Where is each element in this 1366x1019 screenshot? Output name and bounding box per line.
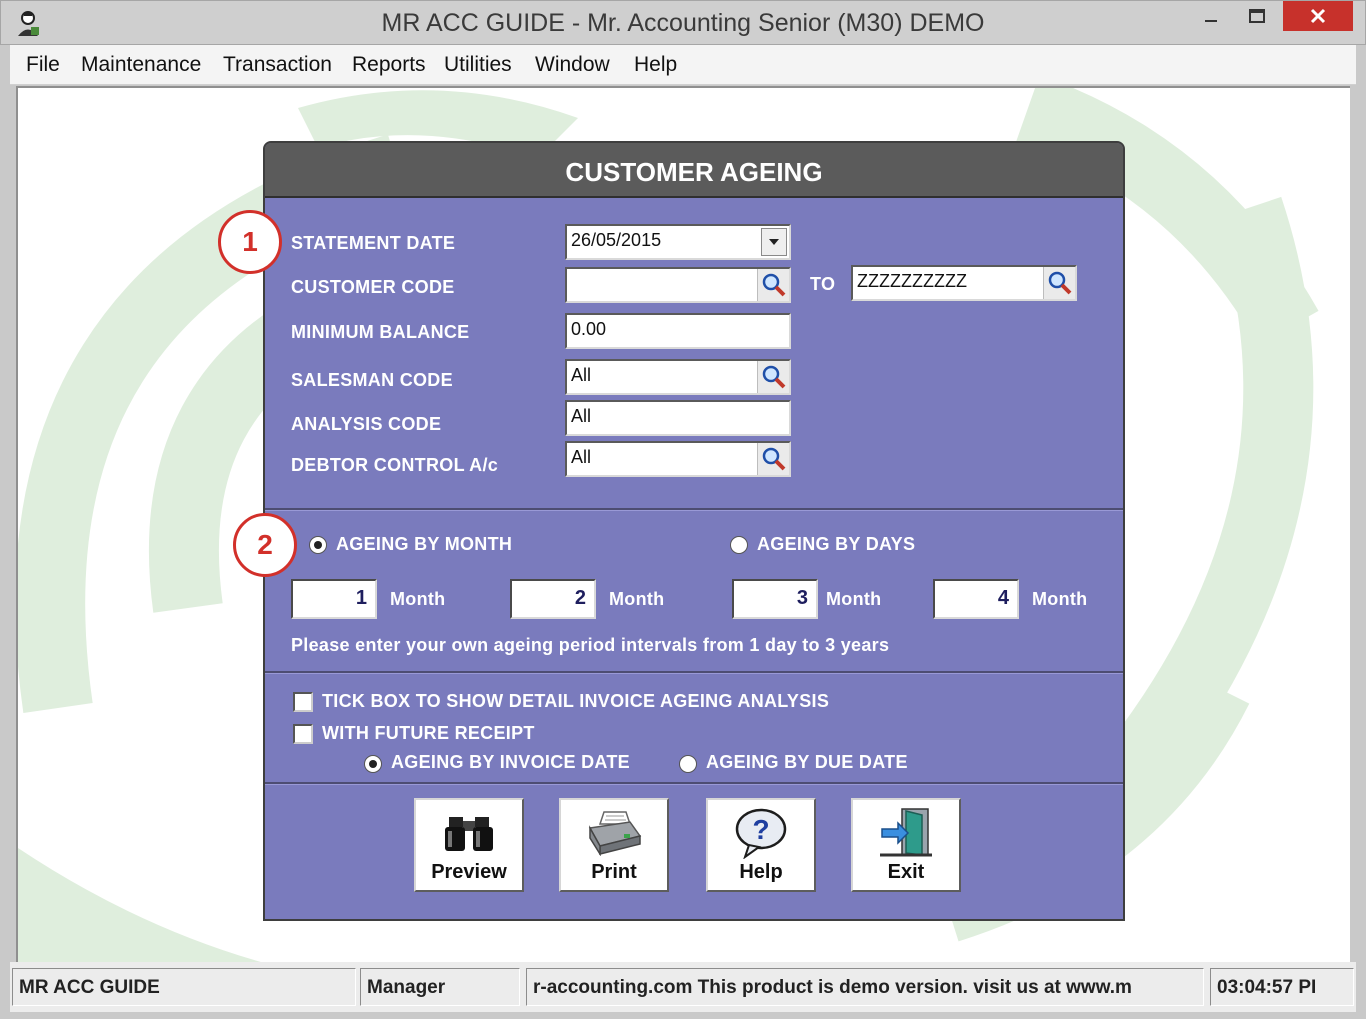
section-divider bbox=[265, 782, 1123, 785]
magnifier-icon bbox=[762, 273, 785, 297]
analysis-code-value: All bbox=[571, 406, 592, 426]
ageing-period-2-input[interactable]: 2 bbox=[510, 579, 596, 619]
detail-invoice-label: TICK BOX TO SHOW DETAIL INVOICE AGEING A… bbox=[322, 691, 830, 711]
window-title: MR ACC GUIDE - Mr. Accounting Senior (M3… bbox=[381, 9, 985, 37]
analysis-code-field[interactable]: All bbox=[565, 400, 791, 436]
salesman-code-field[interactable]: All bbox=[565, 359, 791, 395]
magnifier-icon bbox=[762, 365, 785, 389]
section-divider bbox=[265, 671, 1123, 674]
title-bar: MR ACC GUIDE - Mr. Accounting Senior (M3… bbox=[0, 0, 1366, 45]
preview-button[interactable]: Preview bbox=[414, 798, 524, 892]
close-icon bbox=[1310, 8, 1326, 24]
statement-date-field[interactable]: 26/05/2015 bbox=[565, 224, 791, 260]
detail-invoice-checkbox[interactable] bbox=[293, 692, 313, 712]
future-receipt-label: WITH FUTURE RECEIPT bbox=[322, 723, 535, 743]
menu-bar: File Maintenance Transaction Reports Uti… bbox=[10, 45, 1356, 85]
exit-button[interactable]: Exit bbox=[851, 798, 961, 892]
statement-date-value: 26/05/2015 bbox=[571, 230, 662, 250]
debtor-control-value: All bbox=[571, 447, 592, 467]
customer-code-from-field[interactable] bbox=[565, 267, 791, 303]
svg-text:?: ? bbox=[752, 814, 769, 845]
dialog-title: CUSTOMER AGEING bbox=[265, 143, 1123, 198]
customer-to-lookup-button[interactable] bbox=[1043, 267, 1075, 299]
future-receipt-checkbox[interactable] bbox=[293, 724, 313, 744]
statement-date-label: STATEMENT DATE bbox=[291, 233, 456, 253]
menu-transaction[interactable]: Transaction bbox=[223, 53, 332, 77]
ageing-by-due-date-radio[interactable] bbox=[679, 755, 697, 773]
salesman-code-label: SALESMAN CODE bbox=[291, 370, 453, 390]
period-3-unit-label: Month bbox=[826, 589, 882, 609]
print-button[interactable]: Print bbox=[559, 798, 669, 892]
section-divider bbox=[265, 508, 1123, 511]
ageing-period-3-input[interactable]: 3 bbox=[732, 579, 818, 619]
ageing-period-1-input[interactable]: 1 bbox=[291, 579, 377, 619]
salesman-lookup-button[interactable] bbox=[757, 361, 789, 393]
period-1-unit-label: Month bbox=[390, 589, 446, 609]
maximize-icon bbox=[1249, 9, 1265, 23]
menu-window[interactable]: Window bbox=[535, 53, 610, 77]
customer-code-to-value: ZZZZZZZZZZ bbox=[857, 271, 967, 291]
minimize-icon bbox=[1205, 20, 1217, 22]
maximize-button[interactable] bbox=[1235, 1, 1279, 31]
customer-code-to-field[interactable]: ZZZZZZZZZZ bbox=[851, 265, 1077, 301]
analysis-code-label: ANALYSIS CODE bbox=[291, 414, 442, 434]
period-4-unit-label: Month bbox=[1032, 589, 1088, 609]
minimize-button[interactable] bbox=[1189, 1, 1233, 31]
help-button[interactable]: ? Help bbox=[706, 798, 816, 892]
status-time: 03:04:57 PI bbox=[1210, 968, 1354, 1006]
debtor-control-field[interactable]: All bbox=[565, 441, 791, 477]
status-bar: MR ACC GUIDE Manager r-accounting.com Th… bbox=[10, 962, 1356, 1012]
menu-maintenance[interactable]: Maintenance bbox=[81, 53, 201, 77]
ageing-by-invoice-date-label: AGEING BY INVOICE DATE bbox=[391, 752, 630, 772]
customer-ageing-dialog: CUSTOMER AGEING STATEMENT DATE 26/05/201… bbox=[263, 141, 1125, 921]
menu-reports[interactable]: Reports bbox=[352, 53, 426, 77]
close-button[interactable] bbox=[1283, 1, 1353, 31]
menu-file[interactable]: File bbox=[26, 53, 60, 77]
status-user: Manager bbox=[360, 968, 520, 1006]
status-message: r-accounting.com This product is demo ve… bbox=[526, 968, 1204, 1006]
magnifier-icon bbox=[762, 447, 785, 471]
ageing-by-days-radio[interactable] bbox=[730, 536, 748, 554]
period-2-unit-label: Month bbox=[609, 589, 665, 609]
printer-icon bbox=[561, 806, 667, 860]
ageing-by-invoice-date-radio[interactable] bbox=[364, 755, 382, 773]
step-1-callout: 1 bbox=[218, 210, 282, 274]
customer-code-label: CUSTOMER CODE bbox=[291, 277, 455, 297]
print-button-label: Print bbox=[591, 861, 637, 883]
minimum-balance-label: MINIMUM BALANCE bbox=[291, 322, 470, 342]
exit-button-label: Exit bbox=[887, 861, 925, 883]
magnifier-icon bbox=[1048, 271, 1071, 295]
ageing-by-due-date-label: AGEING BY DUE DATE bbox=[706, 752, 908, 772]
ageing-by-month-label: AGEING BY MONTH bbox=[336, 534, 513, 554]
chevron-down-icon bbox=[769, 239, 779, 245]
ageing-by-days-label: AGEING BY DAYS bbox=[757, 534, 916, 554]
exit-door-icon bbox=[853, 806, 959, 860]
preview-button-label: Preview bbox=[431, 861, 507, 883]
salesman-code-value: All bbox=[571, 365, 592, 385]
menu-help[interactable]: Help bbox=[634, 53, 677, 77]
ageing-by-month-radio[interactable] bbox=[309, 536, 327, 554]
step-2-callout: 2 bbox=[233, 513, 297, 577]
binoculars-icon bbox=[416, 806, 522, 860]
ageing-period-4-input[interactable]: 4 bbox=[933, 579, 1019, 619]
minimum-balance-value: 0.00 bbox=[571, 319, 607, 339]
menu-utilities[interactable]: Utilities bbox=[444, 53, 512, 77]
customer-from-lookup-button[interactable] bbox=[757, 269, 789, 301]
date-dropdown-button[interactable] bbox=[761, 228, 787, 256]
debtor-control-label: DEBTOR CONTROL A/c bbox=[291, 455, 499, 475]
status-app-name: MR ACC GUIDE bbox=[12, 968, 356, 1006]
to-label: TO bbox=[810, 274, 836, 294]
ageing-hint-text: Please enter your own ageing period inte… bbox=[291, 635, 890, 655]
help-icon: ? bbox=[708, 806, 814, 860]
minimum-balance-field[interactable]: 0.00 bbox=[565, 313, 791, 349]
help-button-label: Help bbox=[739, 861, 783, 883]
debtor-control-lookup-button[interactable] bbox=[757, 443, 789, 475]
